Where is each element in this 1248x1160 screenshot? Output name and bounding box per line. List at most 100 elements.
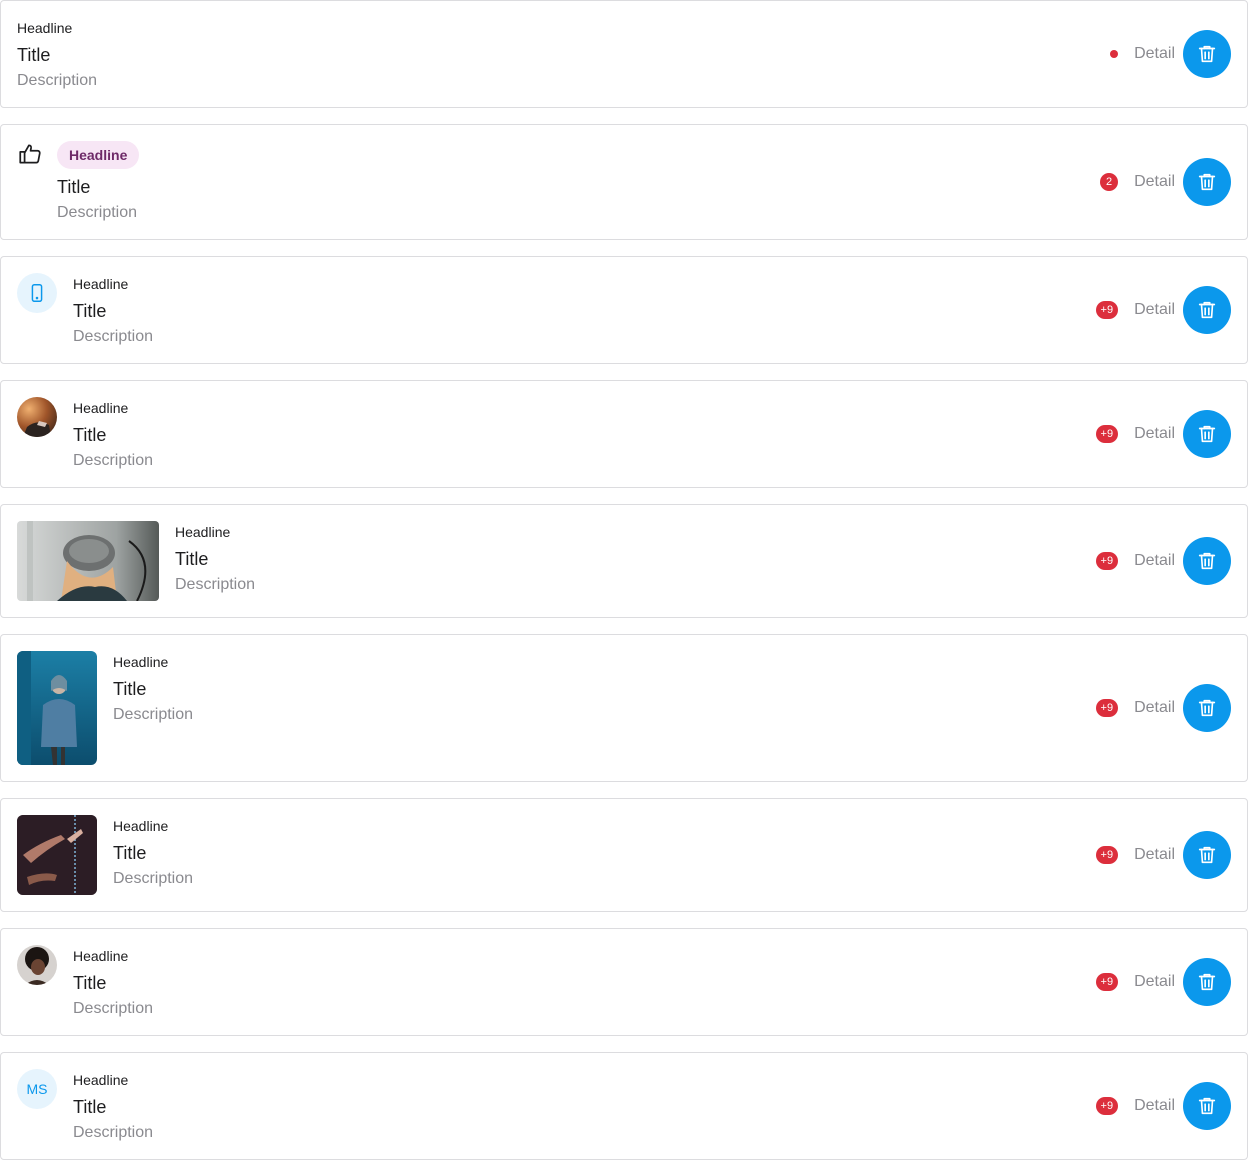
item-headline: Headline: [73, 400, 129, 416]
item-headline: Headline: [113, 818, 169, 834]
item-description: Description: [73, 328, 154, 345]
delete-button[interactable]: [1183, 831, 1231, 879]
item-headline: Headline: [113, 654, 169, 670]
count-badge: +9: [1095, 1097, 1119, 1115]
phone-icon: [31, 284, 43, 302]
item-title: Title: [73, 425, 107, 445]
item-title: Title: [73, 973, 107, 993]
avatar-initials: MS: [26, 1081, 48, 1097]
item-description: Description: [113, 706, 194, 723]
list-item[interactable]: Headline Title Description Detail: [0, 0, 1248, 108]
list-item[interactable]: Headline Title Description +9 Detail: [0, 928, 1248, 1036]
avatar: [17, 397, 57, 437]
count-badge: +9: [1095, 846, 1119, 864]
list-item[interactable]: Headline Title Description +9 Detail: [0, 256, 1248, 364]
thumbnail-image: [17, 521, 159, 601]
trash-icon: [1198, 699, 1216, 717]
item-description: Description: [175, 576, 256, 593]
trash-icon: [1198, 552, 1216, 570]
item-description: Description: [113, 870, 194, 887]
count-badge: 2: [1100, 173, 1119, 191]
item-text: Headline Title Description: [113, 653, 193, 725]
item-text: Headline Title Description: [73, 275, 153, 347]
item-actions: +9 Detail: [1095, 831, 1231, 879]
item-headline: Headline: [73, 1072, 129, 1088]
item-title: Title: [113, 679, 147, 699]
count-badge: +9: [1095, 973, 1119, 991]
delete-button[interactable]: [1183, 158, 1231, 206]
count-badge: +9: [1095, 425, 1119, 443]
item-actions: +9 Detail: [1095, 537, 1231, 585]
list-item[interactable]: Headline Title Description +9 Detail: [0, 380, 1248, 488]
list-item[interactable]: Headline Title Description +9 Detail: [0, 634, 1248, 782]
count-badge: +9: [1095, 552, 1119, 570]
delete-button[interactable]: [1183, 684, 1231, 732]
trash-icon: [1198, 846, 1216, 864]
list-item[interactable]: Headline Title Description 2 Detail: [0, 124, 1248, 240]
list-item[interactable]: Headline Title Description +9 Detail: [0, 504, 1248, 618]
detail-link[interactable]: Detail: [1134, 1097, 1175, 1115]
detail-link[interactable]: Detail: [1134, 699, 1175, 717]
item-text: Headline Title Description: [17, 19, 97, 91]
item-text: Headline Title Description: [57, 141, 140, 223]
delete-button[interactable]: [1183, 1082, 1231, 1130]
item-text: Headline Title Description: [175, 523, 255, 595]
headline-chip: Headline: [57, 141, 140, 169]
item-actions: +9 Detail: [1095, 1082, 1231, 1130]
delete-button[interactable]: [1183, 286, 1231, 334]
count-badge: +9: [1095, 301, 1119, 319]
trash-icon: [1198, 1097, 1216, 1115]
detail-link[interactable]: Detail: [1134, 301, 1175, 319]
item-text: Headline Title Description: [73, 1071, 153, 1143]
trash-icon: [1198, 173, 1216, 191]
notification-dot: [1110, 50, 1119, 58]
trash-icon: [1198, 973, 1216, 991]
detail-link[interactable]: Detail: [1134, 973, 1175, 991]
trash-icon: [1198, 301, 1216, 319]
item-text: Headline Title Description: [113, 817, 193, 889]
thumb-up-icon: [17, 141, 43, 172]
item-text: Headline Title Description: [73, 399, 153, 471]
avatar: [17, 945, 57, 985]
list-item[interactable]: Headline Title Description +9 Detail: [0, 798, 1248, 912]
detail-link[interactable]: Detail: [1134, 552, 1175, 570]
phone-icon-wrapper: [17, 273, 57, 313]
item-actions: 2 Detail: [1100, 158, 1231, 206]
item-description: Description: [73, 452, 154, 469]
detail-link[interactable]: Detail: [1134, 425, 1175, 443]
item-headline: Headline: [17, 20, 73, 36]
trash-icon: [1198, 45, 1216, 63]
count-badge: +9: [1095, 699, 1119, 717]
detail-link[interactable]: Detail: [1134, 173, 1175, 191]
item-headline: Headline: [73, 276, 129, 292]
item-description: Description: [73, 1000, 154, 1017]
delete-button[interactable]: [1183, 958, 1231, 1006]
item-title: Title: [17, 45, 51, 65]
item-actions: +9 Detail: [1095, 684, 1231, 732]
item-description: Description: [17, 72, 98, 89]
detail-link[interactable]: Detail: [1134, 846, 1175, 864]
item-title: Title: [73, 301, 107, 321]
item-description: Description: [57, 204, 138, 221]
list-item[interactable]: MS Headline Title Description +9 Detail: [0, 1052, 1248, 1160]
item-title: Title: [113, 843, 147, 863]
item-actions: +9 Detail: [1095, 410, 1231, 458]
item-actions: +9 Detail: [1095, 286, 1231, 334]
detail-link[interactable]: Detail: [1134, 45, 1175, 63]
delete-button[interactable]: [1183, 410, 1231, 458]
item-title: Title: [175, 549, 209, 569]
delete-button[interactable]: [1183, 30, 1231, 78]
item-actions: +9 Detail: [1095, 958, 1231, 1006]
item-description: Description: [73, 1124, 154, 1141]
thumbnail-image: [17, 815, 97, 895]
initials-avatar: MS: [17, 1069, 57, 1109]
thumbnail-image: [17, 651, 97, 765]
item-title: Title: [57, 177, 91, 197]
item-title: Title: [73, 1097, 107, 1117]
delete-button[interactable]: [1183, 537, 1231, 585]
item-headline: Headline: [175, 524, 231, 540]
trash-icon: [1198, 425, 1216, 443]
item-headline: Headline: [73, 948, 129, 964]
item-actions: Detail: [1110, 30, 1231, 78]
item-text: Headline Title Description: [73, 947, 153, 1019]
